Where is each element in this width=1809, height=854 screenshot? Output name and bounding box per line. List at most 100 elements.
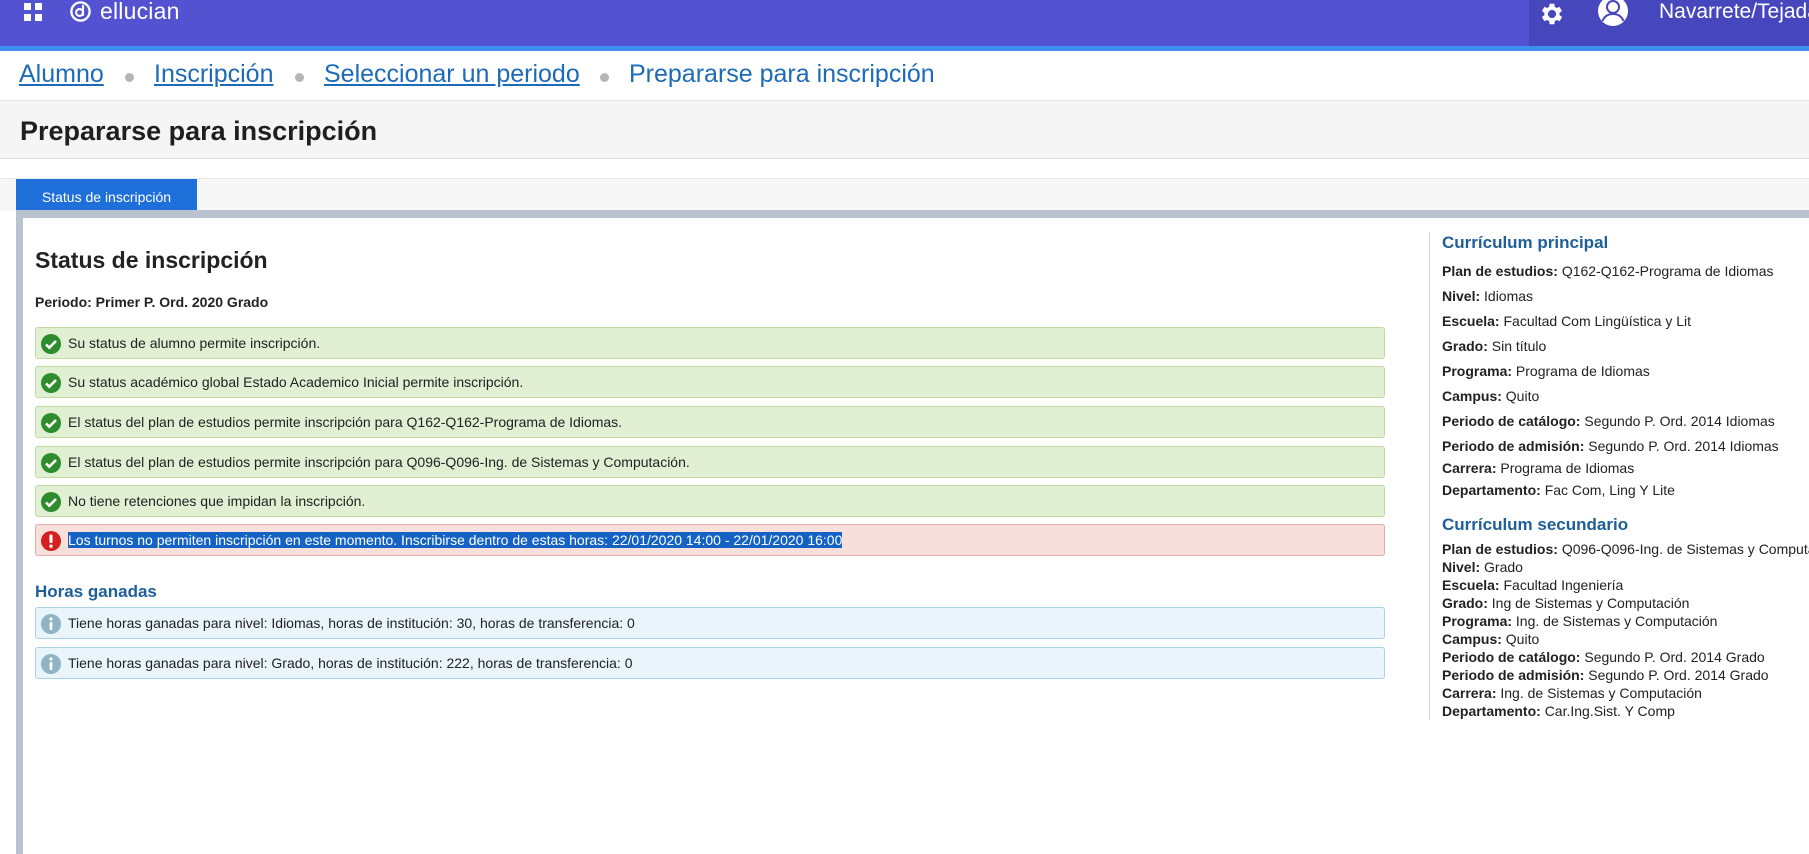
field-label: Plan de estudios: [1442,263,1558,279]
field-label: Grado: [1442,338,1488,354]
field-value: Segundo P. Ord. 2014 Idiomas [1584,413,1775,429]
field-label: Programa: [1442,613,1513,629]
curriculum-secondary-title: Currículum secundario [1442,515,1629,534]
field-label: Carrera: [1442,460,1497,476]
status-message-text: No tiene retenciones que impidan la insc… [68,493,366,509]
field-label: Departamento: [1442,482,1541,498]
check-circle-icon [41,373,61,393]
tab-panel-border [16,210,1809,218]
status-message-text: Su status académico global Estado Academ… [68,374,524,390]
status-message-ok: Su status académico global Estado Academ… [35,366,1385,398]
breadcrumb-inscripcion[interactable]: Inscripción [154,60,274,89]
curriculum-field: Programa: Programa de Idiomas [1442,363,1650,379]
check-circle-icon [41,413,61,433]
field-value: Facultad Ingeniería [1503,577,1624,593]
curriculum-field: Escuela: Facultad Com Lingüística y Lit [1442,313,1691,329]
tab-strip: Status de inscripción [0,178,1809,211]
field-value: Facultad Com Lingüística y Lit [1503,313,1692,329]
curriculum-field: Periodo de admisión: Segundo P. Ord. 201… [1442,667,1769,683]
tab-status-inscripcion[interactable]: Status de inscripción [16,179,197,211]
field-value: Programa de Idiomas [1500,460,1635,476]
field-value: Segundo P. Ord. 2014 Grado [1588,667,1769,683]
curriculum-field: Nivel: Idiomas [1442,288,1533,304]
breadcrumb-current: Prepararse para inscripción [629,60,935,88]
field-value: Quito [1505,388,1540,404]
status-message-text: Los turnos no permiten inscripción en es… [68,532,843,548]
check-circle-icon [41,492,61,512]
field-label: Nivel: [1442,288,1481,304]
curriculum-field: Grado: Ing de Sistemas y Computación [1442,595,1689,611]
gear-icon[interactable] [1537,0,1567,28]
tab-panel-border-left [16,210,23,854]
hours-message: Tiene horas ganadas para nivel: Grado, h… [35,647,1385,679]
ellucian-logo-icon [70,1,91,22]
app-grid-icon[interactable] [24,3,44,23]
check-circle-icon [41,453,61,473]
check-circle-icon [41,334,61,354]
field-value: Sin título [1491,338,1547,354]
status-message-ok: El status del plan de estudios permite i… [35,406,1385,438]
field-label: Campus: [1442,388,1502,404]
status-message-error: Los turnos no permiten inscripción en es… [35,524,1385,556]
curriculum-field: Plan de estudios: Q096-Q096-Ing. de Sist… [1442,541,1809,557]
field-label: Escuela: [1442,313,1500,329]
hours-message-text: Tiene horas ganadas para nivel: Idiomas,… [68,615,635,631]
status-message-text: El status del plan de estudios permite i… [68,454,690,470]
field-label: Periodo de catálogo: [1442,649,1581,665]
field-value: Segundo P. Ord. 2014 Idiomas [1588,438,1779,454]
field-label: Grado: [1442,595,1488,611]
breadcrumb-separator [295,73,304,82]
curriculum-field: Escuela: Facultad Ingeniería [1442,577,1623,593]
status-message-text: El status del plan de estudios permite i… [68,414,623,430]
user-avatar-icon[interactable] [1596,0,1630,28]
field-label: Escuela: [1442,577,1500,593]
user-name[interactable]: Navarrete/Tejada [1659,0,1809,24]
field-value: Grado [1484,559,1523,575]
top-bar: ellucian Navarrete/Tejada [0,0,1809,51]
curriculum-field: Departamento: Car.Ing.Sist. Y Comp [1442,703,1675,719]
field-value: Idiomas [1484,288,1534,304]
curriculum-field: Carrera: Ing. de Sistemas y Computación [1442,685,1702,701]
field-label: Periodo de catálogo: [1442,413,1581,429]
status-message-ok: El status del plan de estudios permite i… [35,446,1385,478]
breadcrumb-separator [600,73,609,82]
hours-message-text: Tiene horas ganadas para nivel: Grado, h… [68,655,633,671]
field-value: Segundo P. Ord. 2014 Grado [1584,649,1765,665]
curriculum-field: Carrera: Programa de Idiomas [1442,460,1634,476]
field-label: Plan de estudios: [1442,541,1558,557]
field-label: Departamento: [1442,703,1541,719]
field-value: Q096-Q096-Ing. de Sistemas y Computación [1561,541,1809,557]
info-icon [41,654,61,674]
curriculum-field: Campus: Quito [1442,388,1539,404]
hours-title: Horas ganadas [35,582,157,601]
page-header: Prepararse para inscripción [0,101,1809,159]
error-icon [41,531,61,551]
status-message-ok: Su status de alumno permite inscripción. [35,327,1385,359]
breadcrumb: Alumno Inscripción Seleccionar un period… [0,51,1809,101]
field-value: Ing. de Sistemas y Computación [1500,685,1702,701]
curriculum-field: Campus: Quito [1442,631,1539,647]
field-label: Programa: [1442,363,1513,379]
field-value: Programa de Idiomas [1515,363,1650,379]
field-value: Q162-Q162-Programa de Idiomas [1561,263,1774,279]
field-value: Ing de Sistemas y Computación [1491,595,1690,611]
logo-text: ellucian [100,0,180,24]
hours-message: Tiene horas ganadas para nivel: Idiomas,… [35,607,1385,639]
breadcrumb-alumno[interactable]: Alumno [19,60,104,89]
curriculum-field: Periodo de admisión: Segundo P. Ord. 201… [1442,438,1779,454]
field-label: Carrera: [1442,685,1497,701]
field-value: Car.Ing.Sist. Y Comp [1544,703,1675,719]
field-value: Fac Com, Ling Y Lite [1544,482,1675,498]
curriculum-field: Plan de estudios: Q162-Q162-Programa de … [1442,263,1773,279]
field-value: Quito [1505,631,1540,647]
curriculum-field: Periodo de catálogo: Segundo P. Ord. 201… [1442,413,1775,429]
status-title: Status de inscripción [35,247,268,273]
breadcrumb-seleccionar-periodo[interactable]: Seleccionar un periodo [324,60,580,89]
info-icon [41,614,61,634]
period-label: Periodo: Primer P. Ord. 2020 Grado [35,294,269,310]
field-label: Periodo de admisión: [1442,667,1585,683]
curriculum-field: Departamento: Fac Com, Ling Y Lite [1442,482,1675,498]
curriculum-field: Nivel: Grado [1442,559,1523,575]
status-message-ok: No tiene retenciones que impidan la insc… [35,485,1385,517]
curriculum-field: Periodo de catálogo: Segundo P. Ord. 201… [1442,649,1765,665]
